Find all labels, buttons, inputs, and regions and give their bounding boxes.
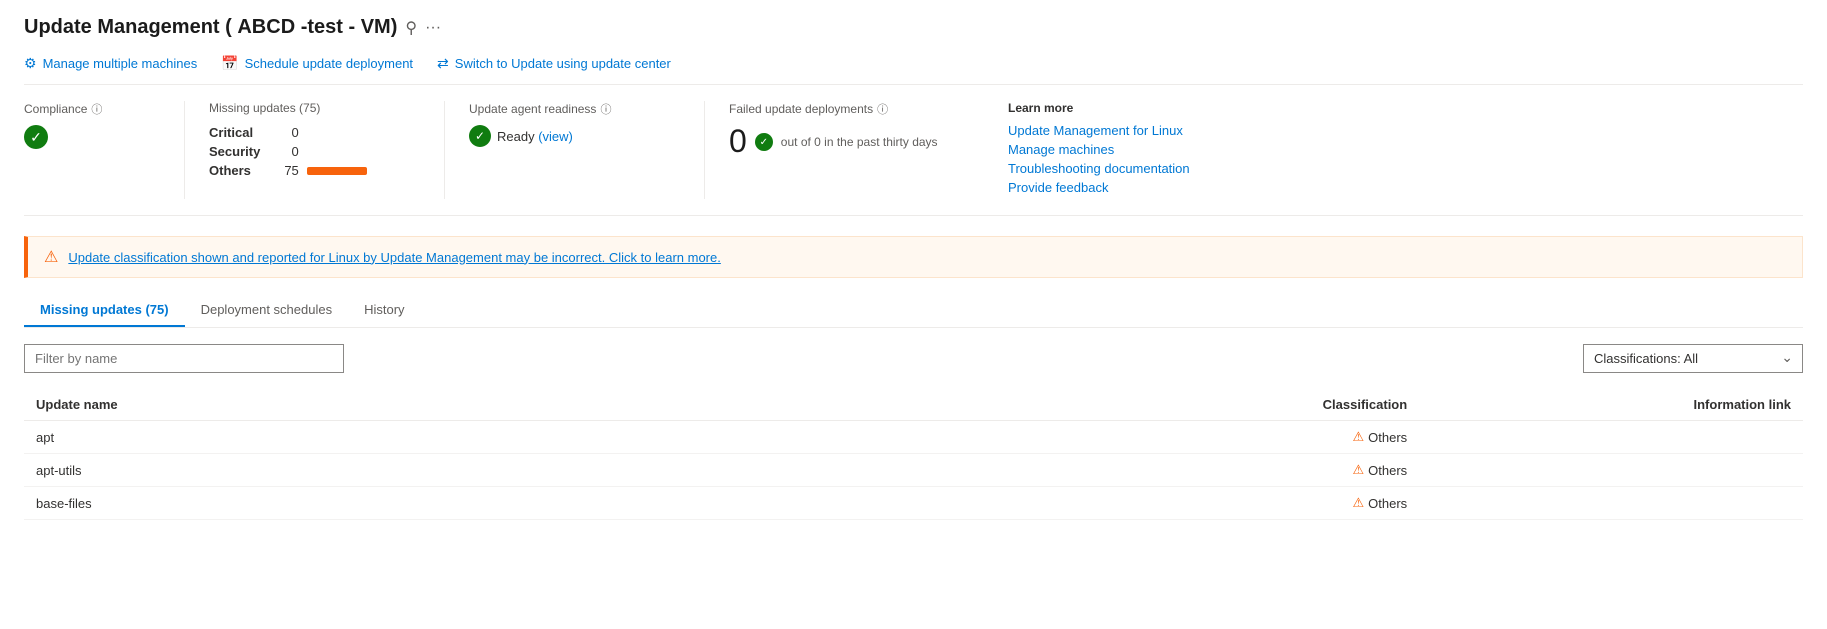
compliance-label: Compliance bbox=[24, 102, 87, 116]
missing-updates-label: Missing updates (75) bbox=[209, 101, 320, 115]
security-value: 0 bbox=[276, 142, 306, 161]
others-bar bbox=[307, 167, 367, 175]
tabs: Missing updates (75) Deployment schedule… bbox=[24, 294, 1803, 328]
learn-more-link-feedback[interactable]: Provide feedback bbox=[1008, 180, 1190, 195]
failed-deployments-section: Failed update deployments ⓘ 0 ✓ out of 0… bbox=[704, 101, 984, 199]
learn-more-link-linux[interactable]: Update Management for Linux bbox=[1008, 123, 1190, 138]
table-row: apt ⚠ Others bbox=[24, 421, 1803, 454]
alert-banner: ⚠ Update classification shown and report… bbox=[24, 236, 1803, 278]
info-link-apt-utils bbox=[1447, 454, 1803, 487]
table-row: Critical 0 bbox=[209, 123, 367, 142]
agent-readiness-section: Update agent readiness ⓘ ✓ Ready (view) bbox=[444, 101, 704, 199]
info-link-apt bbox=[1447, 421, 1803, 454]
col-header-name: Update name bbox=[24, 389, 1091, 421]
others-value: 75 bbox=[276, 161, 306, 180]
toolbar: ⚙ Manage multiple machines 📅 Schedule up… bbox=[24, 55, 1803, 85]
tab-deployment-schedules[interactable]: Deployment schedules bbox=[185, 294, 349, 327]
security-label: Security bbox=[209, 142, 276, 161]
failed-description: out of 0 in the past thirty days bbox=[781, 135, 938, 149]
warning-icon: ⚠ bbox=[1353, 495, 1365, 511]
table-row: apt-utils ⚠ Others bbox=[24, 454, 1803, 487]
classifications-select-wrapper: Classifications: All Classifications: Cr… bbox=[1583, 344, 1803, 373]
compliance-info-icon[interactable]: ⓘ bbox=[91, 101, 102, 117]
learn-more-link-troubleshooting[interactable]: Troubleshooting documentation bbox=[1008, 161, 1190, 176]
compliance-check-icon: ✓ bbox=[24, 125, 48, 149]
gear-icon: ⚙ bbox=[24, 55, 37, 72]
missing-updates-table: Critical 0 Security 0 Others 75 bbox=[209, 123, 367, 180]
update-name-base-files: base-files bbox=[24, 487, 1091, 520]
classification-base-files: Others bbox=[1368, 496, 1407, 511]
warning-icon: ⚠ bbox=[1353, 429, 1365, 445]
failed-deployments-info-icon[interactable]: ⓘ bbox=[877, 101, 888, 117]
more-icon[interactable]: ··· bbox=[425, 19, 441, 37]
filter-row: Classifications: All Classifications: Cr… bbox=[24, 344, 1803, 373]
classifications-select[interactable]: Classifications: All Classifications: Cr… bbox=[1583, 344, 1803, 373]
switch-icon: ⇄ bbox=[437, 55, 449, 72]
page-title: Update Management ( ABCD -test - VM) bbox=[24, 16, 397, 39]
update-name-apt: apt bbox=[24, 421, 1091, 454]
tab-missing-updates[interactable]: Missing updates (75) bbox=[24, 294, 185, 327]
switch-update-center-button[interactable]: ⇄ Switch to Update using update center bbox=[437, 55, 671, 72]
learn-more-section: Learn more Update Management for Linux M… bbox=[984, 101, 1214, 199]
alert-warning-icon: ⚠ bbox=[44, 247, 58, 267]
col-header-info: Information link bbox=[1447, 389, 1803, 421]
failed-check-icon: ✓ bbox=[755, 133, 773, 151]
agent-readiness-info-icon[interactable]: ⓘ bbox=[600, 101, 611, 117]
manage-machines-button[interactable]: ⚙ Manage multiple machines bbox=[24, 55, 197, 72]
compliance-section: Compliance ⓘ ✓ bbox=[24, 101, 184, 199]
col-header-classification: Classification bbox=[1091, 389, 1447, 421]
calendar-icon: 📅 bbox=[221, 55, 238, 72]
agent-ready-text: Ready (view) bbox=[497, 129, 573, 144]
update-table: Update name Classification Information l… bbox=[24, 389, 1803, 520]
critical-value: 0 bbox=[276, 123, 306, 142]
agent-view-link[interactable]: (view) bbox=[538, 129, 573, 144]
info-link-base-files bbox=[1447, 487, 1803, 520]
update-name-apt-utils: apt-utils bbox=[24, 454, 1091, 487]
learn-more-link-machines[interactable]: Manage machines bbox=[1008, 142, 1190, 157]
classification-apt: Others bbox=[1368, 430, 1407, 445]
alert-link[interactable]: Update classification shown and reported… bbox=[68, 250, 721, 265]
tab-history[interactable]: History bbox=[348, 294, 420, 327]
failed-count: 0 bbox=[729, 125, 747, 157]
warning-icon: ⚠ bbox=[1353, 462, 1365, 478]
agent-check-icon: ✓ bbox=[469, 125, 491, 147]
failed-deployments-label: Failed update deployments bbox=[729, 102, 873, 116]
missing-updates-section: Missing updates (75) Critical 0 Security… bbox=[184, 101, 444, 199]
stats-row: Compliance ⓘ ✓ Missing updates (75) Crit… bbox=[24, 101, 1803, 216]
pin-icon[interactable]: ⚲ bbox=[405, 18, 417, 38]
classification-apt-utils: Others bbox=[1368, 463, 1407, 478]
table-row: Others 75 bbox=[209, 161, 367, 180]
table-row: Security 0 bbox=[209, 142, 367, 161]
critical-label: Critical bbox=[209, 123, 276, 142]
learn-more-title: Learn more bbox=[1008, 101, 1190, 115]
agent-ready-status: ✓ Ready (view) bbox=[469, 125, 680, 147]
schedule-update-button[interactable]: 📅 Schedule update deployment bbox=[221, 55, 413, 72]
table-header-row: Update name Classification Information l… bbox=[24, 389, 1803, 421]
others-label: Others bbox=[209, 161, 276, 180]
agent-readiness-label: Update agent readiness bbox=[469, 102, 596, 116]
table-row: base-files ⚠ Others bbox=[24, 487, 1803, 520]
filter-by-name-input[interactable] bbox=[24, 344, 344, 373]
